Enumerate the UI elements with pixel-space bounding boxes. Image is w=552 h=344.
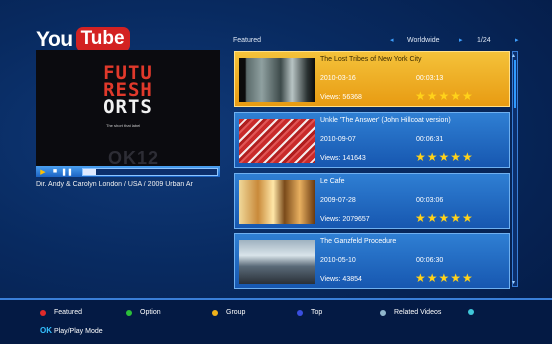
logo-you-text: You xyxy=(36,27,73,51)
video-views: Views: 2079657 xyxy=(320,216,370,223)
player-controls: ▶ ■ ❚❚ xyxy=(36,166,220,177)
preview-title-line-3: ORTS xyxy=(103,96,153,118)
arrow-left-icon[interactable]: ◂ xyxy=(390,36,394,44)
legend-group[interactable]: Group xyxy=(212,309,245,316)
video-item[interactable]: Le Cafe 2009-07-28 00:03:06 Views: 20796… xyxy=(234,173,510,229)
ok-key-label: OK xyxy=(40,326,52,335)
youtube-logo: You Tube xyxy=(36,27,130,52)
scroll-thumb[interactable] xyxy=(514,60,516,108)
video-views: Views: 43854 xyxy=(320,276,362,283)
scroll-down-icon[interactable]: ▾ xyxy=(512,279,515,286)
progress-fill xyxy=(83,169,97,175)
legend-option-label: Option xyxy=(140,309,161,316)
video-title: Unkle 'The Answer' (John Hillcoat versio… xyxy=(320,117,451,124)
play-icon[interactable]: ▶ xyxy=(38,167,48,176)
legend-featured-label: Featured xyxy=(54,309,83,316)
video-duration: 00:03:06 xyxy=(416,197,444,204)
legend-top[interactable]: Top xyxy=(297,309,322,316)
video-title: The Ganzfeld Procedure xyxy=(320,238,397,245)
scroll-up-icon[interactable]: ▴ xyxy=(512,52,515,59)
logo-tube-text: Tube xyxy=(75,27,130,52)
progress-track[interactable] xyxy=(82,168,218,176)
page-next-icon[interactable]: ▸ xyxy=(515,36,519,44)
video-views: Views: 141643 xyxy=(320,155,366,162)
legend-search[interactable] xyxy=(468,309,482,315)
blue-key-icon xyxy=(297,309,303,316)
arrow-right-icon[interactable]: ▸ xyxy=(459,36,463,44)
video-thumbnail xyxy=(239,119,315,163)
video-thumbnail xyxy=(239,180,315,224)
region-label[interactable]: Worldwide xyxy=(407,37,440,44)
legend-top-label: Top xyxy=(311,309,323,316)
legend-ok[interactable]: OK Play/Play Mode xyxy=(40,326,103,335)
legend-featured[interactable]: Featured xyxy=(40,309,82,316)
video-date: 2010-03-16 xyxy=(320,75,356,82)
key-legend: Featured Option Group Top Related Videos… xyxy=(0,300,552,344)
preview-tagline: The short that label xyxy=(106,123,141,128)
green-key-icon xyxy=(126,309,132,316)
preview-title-art: FUTU RESH ORTS xyxy=(88,64,168,118)
preview-ghost-text: OK12 xyxy=(108,148,160,166)
video-duration: 00:06:31 xyxy=(416,136,444,143)
ok-action-label: Play/Play Mode xyxy=(54,328,103,335)
video-date: 2010-05-10 xyxy=(320,257,356,264)
star-rating-icon: ★★★★★ xyxy=(415,271,474,285)
video-thumbnail xyxy=(239,240,315,284)
video-item[interactable]: The Ganzfeld Procedure 2010-05-10 00:06:… xyxy=(234,233,510,289)
video-caption: Dir. Andy & Carolyn London / USA / 2009 … xyxy=(36,181,193,188)
video-duration: 00:03:13 xyxy=(416,75,444,82)
video-item[interactable]: Unkle 'The Answer' (John Hillcoat versio… xyxy=(234,112,510,168)
legend-related-label: Related Videos xyxy=(394,309,442,316)
video-duration: 00:06:30 xyxy=(416,257,444,264)
video-title: Le Cafe xyxy=(320,178,345,185)
video-thumbnail xyxy=(239,58,315,102)
video-item[interactable]: The Lost Tribes of New York City 2010-03… xyxy=(234,51,510,107)
list-header: Featured ◂ Worldwide ▸ 1/24 ▸ xyxy=(233,35,523,47)
legend-related-videos[interactable]: Related Videos xyxy=(380,309,441,316)
star-rating-icon: ★★★★★ xyxy=(415,211,474,225)
star-rating-icon: ★★★★★ xyxy=(415,89,474,103)
video-views: Views: 56368 xyxy=(320,94,362,101)
pause-icon[interactable]: ❚❚ xyxy=(61,167,73,176)
related-key-icon xyxy=(380,309,386,316)
category-label: Featured xyxy=(233,37,262,44)
red-key-icon xyxy=(40,309,46,316)
video-title: The Lost Tribes of New York City xyxy=(320,56,422,63)
video-preview[interactable]: FUTU RESH ORTS The short that label OK12 xyxy=(36,50,220,166)
legend-group-label: Group xyxy=(226,309,246,316)
list-scrollbar[interactable]: ▴ ▾ xyxy=(512,51,518,287)
page-indicator: 1/24 xyxy=(477,37,491,44)
star-rating-icon: ★★★★★ xyxy=(415,150,474,164)
video-date: 2009-07-28 xyxy=(320,197,356,204)
search-key-icon xyxy=(468,309,474,315)
yellow-key-icon xyxy=(212,309,218,316)
legend-option[interactable]: Option xyxy=(126,309,161,316)
stop-icon[interactable]: ■ xyxy=(50,167,60,176)
video-date: 2010-09-07 xyxy=(320,136,356,143)
